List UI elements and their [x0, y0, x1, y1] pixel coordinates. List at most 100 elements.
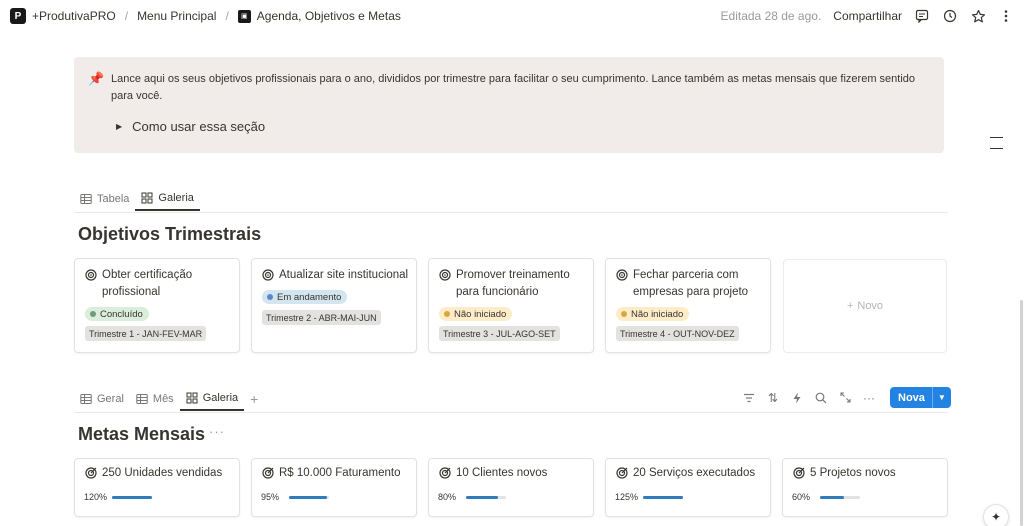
card-title: Atualizar site institucional — [262, 267, 412, 284]
card-title: Fechar parceria com empresas para projet… — [616, 267, 766, 301]
workspace-logo-icon[interactable]: P — [10, 8, 26, 24]
sparkle-icon: ✦ — [990, 510, 1002, 524]
tab-table[interactable]: Tabela — [74, 186, 135, 211]
gallery-icon — [141, 192, 153, 203]
card-title: Obter certificação profissional — [85, 267, 235, 301]
status-label: Não iniciado — [631, 308, 684, 320]
new-objective-card[interactable]: + Novo — [783, 259, 947, 353]
more-horizontal-icon[interactable]: ··· — [209, 424, 225, 439]
table-icon — [80, 393, 92, 404]
card-title-text: 5 Projetos novos — [810, 467, 896, 479]
plus-icon: + — [846, 300, 854, 312]
top-bar: P +ProdutivaPRO / Menu Principal / ▣ Age… — [0, 0, 1024, 32]
status-dot — [267, 294, 273, 300]
goals-title[interactable]: Metas Mensais — [78, 424, 205, 445]
share-button[interactable]: Compartilhar — [833, 9, 902, 23]
database-toolbar: ⇅ ··· Nova ▼ — [742, 387, 951, 408]
progress-percent: 95% — [261, 492, 280, 502]
dart-target-icon — [793, 467, 805, 479]
new-card-label: Novo — [857, 300, 884, 312]
expand-icon[interactable] — [838, 391, 852, 405]
card-title-text: Obter certificação profissional — [102, 269, 193, 298]
tab-general[interactable]: Geral — [74, 386, 130, 411]
goal-card[interactable]: 20 Serviços executados 125% — [605, 458, 771, 517]
outline-marker[interactable] — [990, 148, 1003, 149]
toggle-label[interactable]: Como usar essa seção — [132, 119, 265, 134]
goal-card[interactable]: 10 Clientes novos 80% — [428, 458, 594, 517]
tab-label: Mês — [152, 392, 174, 405]
tab-month[interactable]: Mês — [130, 386, 180, 411]
quarter-tag: Trimestre 2 - ABR-MAI-JUN — [262, 310, 381, 325]
progress-percent: 120% — [84, 492, 108, 502]
status-label: Em andamento — [277, 291, 342, 303]
breadcrumb-workspace[interactable]: +ProdutivaPRO — [32, 9, 116, 23]
progress-bar — [820, 496, 860, 499]
sort-icon[interactable]: ⇅ — [766, 391, 780, 405]
search-icon[interactable] — [814, 391, 828, 405]
target-icon — [262, 269, 274, 281]
progress-fill — [466, 496, 498, 499]
objectives-title[interactable]: Objetivos Trimestrais — [78, 224, 261, 245]
status-label: Não iniciado — [454, 308, 507, 320]
goal-card[interactable]: 5 Projetos novos 60% — [782, 458, 948, 517]
quarter-tag: Trimestre 3 - JUL-AGO-SET — [439, 326, 560, 341]
outline-marker[interactable] — [990, 137, 1003, 138]
new-record-button[interactable]: Nova ▼ — [890, 387, 951, 408]
breadcrumb-current[interactable]: Agenda, Objetivos e Metas — [257, 9, 401, 23]
tabs-divider — [74, 412, 948, 413]
history-clock-icon[interactable] — [942, 8, 958, 24]
goal-card[interactable]: R$ 10.000 Faturamento 95% — [251, 458, 417, 517]
add-view-button[interactable]: + — [244, 386, 264, 411]
status-dot — [621, 311, 627, 317]
favorite-star-icon[interactable] — [970, 8, 986, 24]
card-title-text: Atualizar site institucional — [279, 269, 409, 281]
chevron-down-icon[interactable]: ▼ — [931, 387, 951, 408]
callout-text: Lance aqui os seus objetivos profissiona… — [111, 73, 916, 102]
target-icon — [439, 269, 451, 281]
new-button-label[interactable]: Nova — [890, 387, 932, 408]
breadcrumb-separator: / — [225, 9, 229, 23]
progress-bar — [643, 496, 683, 499]
objectives-view-tabs: Tabela Galeria — [74, 186, 200, 211]
progress-percent: 60% — [792, 492, 811, 502]
progress-fill — [289, 496, 327, 499]
progress-percent: 125% — [615, 492, 639, 502]
tab-label: Galeria — [158, 191, 194, 204]
plus-icon: + — [250, 390, 259, 407]
card-title-text: Promover treinamento para funcionário — [456, 269, 570, 298]
card-title-text: 250 Unidades vendidas — [102, 467, 223, 479]
instructions-callout: 📌 Lance aqui os seus objetivos profissio… — [74, 57, 944, 153]
how-to-use-toggle[interactable]: ▶ Como usar essa seção — [116, 119, 265, 134]
objective-card[interactable]: Atualizar site institucional Em andament… — [251, 258, 417, 353]
card-title: 10 Clientes novos — [439, 467, 547, 479]
more-horizontal-icon[interactable]: ··· — [862, 391, 876, 405]
card-title: 20 Serviços executados — [616, 467, 755, 479]
filter-icon[interactable] — [742, 391, 756, 405]
automation-bolt-icon[interactable] — [790, 391, 804, 405]
status-dot — [90, 311, 96, 317]
progress-fill — [820, 496, 844, 499]
goal-card[interactable]: 250 Unidades vendidas 120% — [74, 458, 240, 517]
objective-card[interactable]: Obter certificação profissional Concluíd… — [74, 258, 240, 353]
breadcrumb-parent[interactable]: Menu Principal — [137, 9, 216, 23]
status-label: Concluído — [100, 308, 143, 320]
card-title: Promover treinamento para funcionário — [439, 267, 589, 301]
comments-icon[interactable] — [914, 8, 930, 24]
tab-gallery[interactable]: Galeria — [179, 386, 245, 411]
page-scrollbar[interactable] — [1020, 300, 1023, 526]
tab-gallery[interactable]: Galeria — [135, 186, 200, 211]
objective-card[interactable]: Promover treinamento para funcionário Nã… — [428, 258, 594, 353]
ai-sparkle-button[interactable]: ✦ — [983, 504, 1009, 526]
progress-percent: 80% — [438, 492, 457, 502]
more-options-icon[interactable] — [998, 8, 1014, 24]
progress-bar — [289, 496, 329, 499]
card-title-text: Fechar parceria com empresas para projet… — [633, 269, 749, 298]
objective-card[interactable]: Fechar parceria com empresas para projet… — [605, 258, 771, 353]
status-badge: Não iniciado — [616, 307, 690, 321]
progress-bar — [466, 496, 506, 499]
dart-target-icon — [439, 467, 451, 479]
toggle-arrow-icon[interactable]: ▶ — [116, 122, 122, 131]
dart-target-icon — [262, 467, 274, 479]
table-icon — [80, 193, 92, 204]
target-icon — [85, 269, 97, 281]
